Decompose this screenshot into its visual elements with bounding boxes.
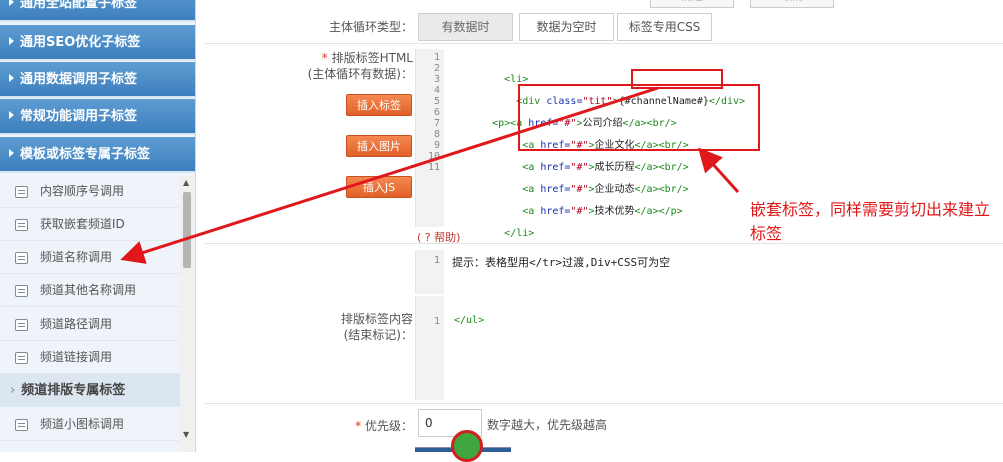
- scroll-up-icon[interactable]: ▲: [183, 178, 189, 187]
- sidebar-group-label: 通用SEO优化子标签: [20, 35, 141, 50]
- annotation-box-nested-links: [518, 84, 760, 151]
- sidebar-group-data-call[interactable]: 通用数据调用子标签: [0, 62, 195, 98]
- caret-right-icon: [9, 74, 14, 82]
- scroll-down-icon[interactable]: ▼: [183, 430, 189, 439]
- required-mark: *: [321, 51, 328, 65]
- caret-right-icon: [9, 0, 14, 6]
- tip-editor[interactable]: 1 提示：表格型用</tr>过渡,Div+CSS可为空: [415, 250, 1003, 294]
- sidebar-item-label: 内容顺序号调用: [40, 184, 125, 198]
- top-button-row: 确定 取消: [650, 0, 1003, 12]
- sidebar-subheader-channel-layout[interactable]: › 频道排版专属标签: [0, 374, 180, 407]
- sidebar-group-label: 模板或标签专属子标签: [20, 147, 151, 162]
- layout-html-label-line2: (主体循环有数据)：: [307, 67, 413, 81]
- document-icon: [15, 219, 28, 231]
- sidebar-item-channel-name[interactable]: 频道名称调用: [0, 241, 180, 274]
- end-markup-code: </ul>: [454, 315, 485, 326]
- sidebar-scrollbar[interactable]: ▲ ▼: [180, 176, 194, 452]
- annotation-text: 嵌套标签，同样需要剪切出来建立标签: [750, 200, 991, 243]
- required-mark: *: [355, 419, 362, 433]
- scrollbar-thumb[interactable]: [183, 192, 191, 268]
- end-markup-editor[interactable]: 1 </ul>: [415, 296, 1003, 400]
- document-icon: [15, 285, 28, 297]
- document-icon: [15, 419, 28, 431]
- layout-html-label-line1: 排版标签HTML: [331, 51, 413, 65]
- end-markup-label-line1: 排版标签内容: [340, 312, 413, 326]
- cancel-button[interactable]: 取消: [750, 0, 834, 8]
- sidebar-item-label: 频道链接调用: [40, 350, 113, 364]
- sidebar: 通用全站配置子标签 通用SEO优化子标签 通用数据调用子标签 常规功能调用子标签…: [0, 0, 196, 452]
- sidebar-group-template-tags[interactable]: 模板或标签专属子标签: [0, 137, 195, 173]
- line-number-gutter: 1: [416, 296, 444, 400]
- caret-right-icon: [9, 111, 14, 119]
- priority-label: * 优先级：: [355, 419, 413, 433]
- confirm-button[interactable]: 确定: [650, 0, 734, 8]
- insert-tag-button[interactable]: 插入标签: [346, 94, 412, 116]
- sidebar-item-label: 获取嵌套频道ID: [40, 217, 125, 231]
- divider: [205, 43, 1003, 44]
- sidebar-item-channel-link[interactable]: 频道链接调用: [0, 341, 180, 374]
- sidebar-group-global-config[interactable]: 通用全站配置子标签: [0, 0, 195, 22]
- priority-hint: 数字越大，优先级越高: [487, 418, 608, 432]
- sidebar-subheader-label: 频道排版专属标签: [21, 383, 126, 398]
- end-markup-label-line2: (结束标记)：: [343, 328, 413, 342]
- sidebar-item-label: 频道路径调用: [40, 317, 113, 331]
- tab-tag-css[interactable]: 标签专用CSS: [617, 13, 712, 41]
- tip-text: 提示：表格型用</tr>过渡,Div+CSS可为空: [452, 256, 671, 269]
- sidebar-item-nested-channel-id[interactable]: 获取嵌套频道ID: [0, 208, 180, 241]
- document-icon: [15, 186, 28, 198]
- sidebar-item-channel-small-icon[interactable]: 频道小图标调用: [0, 408, 180, 441]
- caret-right-icon: [9, 149, 14, 157]
- chevron-right-icon: ›: [10, 383, 16, 398]
- sidebar-item-content-order[interactable]: 内容顺序号调用: [0, 175, 180, 208]
- layout-html-label: * 排版标签HTML (主体循环有数据)：: [245, 50, 413, 82]
- sidebar-group-common-functions[interactable]: 常规功能调用子标签: [0, 99, 195, 135]
- line-number-gutter: 1 2 3 4 5 6 7 8 9 10 11: [416, 49, 444, 227]
- tab-empty-data[interactable]: 数据为空时: [519, 13, 614, 41]
- sidebar-group-label: 通用全站配置子标签: [20, 0, 138, 11]
- document-icon: [15, 252, 28, 264]
- line-number-gutter: 1: [416, 250, 444, 294]
- end-markup-label: 排版标签内容 (结束标记)：: [265, 311, 413, 343]
- sidebar-item-label: 频道其他名称调用: [40, 283, 137, 297]
- sidebar-group-label: 通用数据调用子标签: [20, 72, 138, 87]
- sidebar-item-label: 频道小图标调用: [40, 417, 125, 431]
- document-icon: [15, 352, 28, 364]
- tab-has-data[interactable]: 有数据时: [418, 13, 513, 41]
- divider: [205, 403, 1003, 404]
- sidebar-item-label: 频道名称调用: [40, 250, 113, 264]
- caret-right-icon: [9, 37, 14, 45]
- sidebar-item-channel-other-name[interactable]: 频道其他名称调用: [0, 274, 180, 307]
- document-icon: [15, 319, 28, 331]
- sidebar-group-label: 常规功能调用子标签: [20, 109, 138, 124]
- sidebar-item-channel-path[interactable]: 频道路径调用: [0, 308, 180, 341]
- loop-type-label: 主体循环类型：: [328, 20, 413, 34]
- mouse-cursor-highlight: [451, 430, 483, 462]
- sidebar-group-seo[interactable]: 通用SEO优化子标签: [0, 25, 195, 61]
- insert-image-button[interactable]: 插入图片: [346, 135, 412, 157]
- insert-js-button[interactable]: 插入JS: [346, 176, 412, 198]
